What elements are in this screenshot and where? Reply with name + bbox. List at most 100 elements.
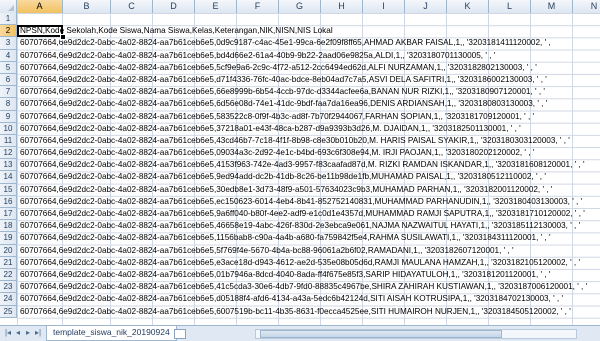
cell-a-text[interactable]: 60707664,6e9d2dc2-0abc-4a02-8824-aa7b61c… xyxy=(20,184,552,196)
table-row: 60707664,6e9d2dc2-0abc-4a02-8824-aa7b61c… xyxy=(17,171,600,183)
cell-a-text[interactable]: NPSN,Kode Sekolah,Kode Siswa,Nama Siswa,… xyxy=(20,25,333,37)
row-header[interactable]: 17 xyxy=(0,208,17,221)
table-row xyxy=(17,13,600,25)
row-header[interactable]: 24 xyxy=(0,293,17,306)
row-header[interactable]: 14 xyxy=(0,171,17,184)
table-row: 60707664,6e9d2dc2-0abc-4a02-8824-aa7b61c… xyxy=(17,196,600,208)
row-header[interactable]: 6 xyxy=(0,73,17,87)
first-sheet-button[interactable]: |◂ xyxy=(3,328,13,338)
row-header[interactable]: 25 xyxy=(0,305,17,318)
table-row: 60707664,6e9d2dc2-0abc-4a02-8824-aa7b61c… xyxy=(17,293,600,305)
cell-a-text[interactable]: 60707664,6e9d2dc2-0abc-4a02-8824-aa7b61c… xyxy=(20,245,514,257)
insert-sheet-icon[interactable] xyxy=(174,329,186,339)
table-row: 60707664,6e9d2dc2-0abc-4a02-8824-aa7b61c… xyxy=(17,257,600,269)
cell-a-text[interactable]: 60707664,6e9d2dc2-0abc-4a02-8824-aa7b61c… xyxy=(20,293,563,305)
cell-a-text[interactable]: 60707664,6e9d2dc2-0abc-4a02-8824-aa7b61c… xyxy=(20,171,546,183)
table-row: 60707664,6e9d2dc2-0abc-4a02-8824-aa7b61c… xyxy=(17,50,600,62)
column-header-c[interactable]: C xyxy=(111,0,153,13)
cell-a-text[interactable]: 60707664,6e9d2dc2-0abc-4a02-8824-aa7b61c… xyxy=(20,86,545,98)
table-row: 60707664,6e9d2dc2-0abc-4a02-8824-aa7b61c… xyxy=(17,306,600,318)
table-row: 60707664,6e9d2dc2-0abc-4a02-8824-aa7b61c… xyxy=(17,37,600,49)
table-row: 60707664,6e9d2dc2-0abc-4a02-8824-aa7b61c… xyxy=(17,232,600,244)
cell-a-text[interactable]: 60707664,6e9d2dc2-0abc-4a02-8824-aa7b61c… xyxy=(20,50,495,62)
table-row: 60707664,6e9d2dc2-0abc-4a02-8824-aa7b61c… xyxy=(17,135,600,147)
next-sheet-button[interactable]: ▸ xyxy=(23,328,33,338)
cell-a-text[interactable]: 60707664,6e9d2dc2-0abc-4a02-8824-aa7b61c… xyxy=(20,281,587,293)
cell-a-text[interactable]: 60707664,6e9d2dc2-0abc-4a02-8824-aa7b61c… xyxy=(20,220,580,232)
sheet-tab-bar: |◂ ◂ ▸ ▸| template_siswa_nik_20190924 xyxy=(0,325,600,341)
row-header[interactable]: 10 xyxy=(0,122,17,135)
table-row: 60707664,6e9d2dc2-0abc-4a02-8824-aa7b61c… xyxy=(17,74,600,86)
row-header[interactable]: 3 xyxy=(0,37,17,50)
row-header[interactable]: 9 xyxy=(0,110,17,123)
row-header[interactable]: 11 xyxy=(0,134,17,148)
cell-a-text[interactable]: 60707664,6e9d2dc2-0abc-4a02-8824-aa7b61c… xyxy=(20,306,571,318)
horizontal-scrollbar[interactable] xyxy=(255,329,577,339)
sheet-tab[interactable]: template_siswa_nik_20190924 xyxy=(46,326,177,341)
row-header[interactable]: 7 xyxy=(0,86,17,99)
active-cell[interactable] xyxy=(17,25,63,38)
table-row: 60707664,6e9d2dc2-0abc-4a02-8824-aa7b61c… xyxy=(17,220,600,232)
column-header-e[interactable]: E xyxy=(195,0,237,13)
cell-a-text[interactable]: 60707664,6e9d2dc2-0abc-4a02-8824-aa7b61c… xyxy=(20,74,547,86)
column-header-m[interactable]: M xyxy=(531,0,573,13)
cell-a-text[interactable]: 60707664,6e9d2dc2-0abc-4a02-8824-aa7b61c… xyxy=(20,111,534,123)
row-header[interactable]: 2 xyxy=(0,25,17,38)
row-header[interactable]: 12 xyxy=(0,147,17,160)
cell-a-text[interactable]: 60707664,6e9d2dc2-0abc-4a02-8824-aa7b61c… xyxy=(20,135,570,147)
cell-a-text[interactable]: 60707664,6e9d2dc2-0abc-4a02-8824-aa7b61c… xyxy=(20,98,547,110)
row-header[interactable]: 5 xyxy=(0,61,17,74)
column-header-g[interactable]: G xyxy=(279,0,321,13)
cell-a-text[interactable]: 60707664,6e9d2dc2-0abc-4a02-8824-aa7b61c… xyxy=(20,208,585,220)
cell-a-text[interactable]: 60707664,6e9d2dc2-0abc-4a02-8824-aa7b61c… xyxy=(20,62,537,74)
cell-a-text[interactable]: 60707664,6e9d2dc2-0abc-4a02-8824-aa7b61c… xyxy=(20,232,551,244)
column-header-i[interactable]: I xyxy=(363,0,405,13)
column-header-b[interactable]: B xyxy=(63,0,111,13)
row-header[interactable]: 20 xyxy=(0,244,17,257)
cell-a-text[interactable]: 60707664,6e9d2dc2-0abc-4a02-8824-aa7b61c… xyxy=(20,37,551,49)
column-header-j[interactable]: J xyxy=(405,0,447,13)
column-header-n[interactable]: N xyxy=(573,0,600,13)
row-header[interactable]: 22 xyxy=(0,268,17,282)
cell-a-text[interactable]: 60707664,6e9d2dc2-0abc-4a02-8824-aa7b61c… xyxy=(20,257,580,269)
table-row: 60707664,6e9d2dc2-0abc-4a02-8824-aa7b61c… xyxy=(17,86,600,98)
cell-a-text[interactable]: 60707664,6e9d2dc2-0abc-4a02-8824-aa7b61c… xyxy=(20,196,582,208)
column-header-f[interactable]: F xyxy=(237,0,279,13)
row-header[interactable]: 4 xyxy=(0,49,17,62)
column-header-h[interactable]: H xyxy=(321,0,363,13)
table-row: 60707664,6e9d2dc2-0abc-4a02-8824-aa7b61c… xyxy=(17,269,600,281)
row-header[interactable]: 21 xyxy=(0,256,17,269)
table-row: 60707664,6e9d2dc2-0abc-4a02-8824-aa7b61c… xyxy=(17,208,600,220)
column-header-d[interactable]: D xyxy=(153,0,195,13)
scrollbar-thumb[interactable] xyxy=(260,330,502,338)
prev-sheet-button[interactable]: ◂ xyxy=(13,328,23,338)
table-row: 60707664,6e9d2dc2-0abc-4a02-8824-aa7b61c… xyxy=(17,281,600,293)
row-header[interactable]: 15 xyxy=(0,183,17,196)
row-header[interactable]: 23 xyxy=(0,281,17,294)
spreadsheet-grid[interactable]: ABCDEFGHIJKLMN 1 2 3 4 5 6 7 8 9 10 11 12 13 14 15 16 17… xyxy=(0,0,600,325)
row-header[interactable]: 8 xyxy=(0,98,17,111)
last-sheet-button[interactable]: ▸| xyxy=(33,328,43,338)
column-header-k[interactable]: K xyxy=(447,0,489,13)
table-row: 60707664,6e9d2dc2-0abc-4a02-8824-aa7b61c… xyxy=(17,111,600,123)
row-header[interactable]: 13 xyxy=(0,159,17,172)
select-all-button[interactable] xyxy=(0,0,17,13)
row-headers: 1 2 3 4 5 6 7 8 9 10 11 12 13 14 15 16 17 18 19 20 21 22 23 24 2… xyxy=(0,13,17,318)
table-row: 60707664,6e9d2dc2-0abc-4a02-8824-aa7b61c… xyxy=(17,147,600,159)
table-row: 60707664,6e9d2dc2-0abc-4a02-8824-aa7b61c… xyxy=(17,123,600,135)
fill-handle[interactable] xyxy=(60,34,66,41)
cell-a-text[interactable]: 60707664,6e9d2dc2-0abc-4a02-8824-aa7b61c… xyxy=(20,147,534,159)
cell-a-text[interactable]: 60707664,6e9d2dc2-0abc-4a02-8824-aa7b61c… xyxy=(20,123,521,135)
cell-a-text[interactable]: 60707664,6e9d2dc2-0abc-4a02-8824-aa7b61c… xyxy=(20,159,585,171)
cell-rows: NPSN,Kode Sekolah,Kode Siswa,Nama Siswa,… xyxy=(17,13,600,318)
table-row: 60707664,6e9d2dc2-0abc-4a02-8824-aa7b61c… xyxy=(17,245,600,257)
row-header[interactable]: 16 xyxy=(0,195,17,208)
column-header-l[interactable]: L xyxy=(489,0,531,13)
column-header-a[interactable]: A xyxy=(17,0,63,13)
row-header[interactable]: 19 xyxy=(0,232,17,245)
row-header[interactable]: 1 xyxy=(0,13,17,26)
table-row: 60707664,6e9d2dc2-0abc-4a02-8824-aa7b61c… xyxy=(17,184,600,196)
row-header[interactable]: 18 xyxy=(0,220,17,233)
cell-a-text[interactable]: 60707664,6e9d2dc2-0abc-4a02-8824-aa7b61c… xyxy=(20,269,550,281)
table-row: 60707664,6e9d2dc2-0abc-4a02-8824-aa7b61c… xyxy=(17,159,600,171)
